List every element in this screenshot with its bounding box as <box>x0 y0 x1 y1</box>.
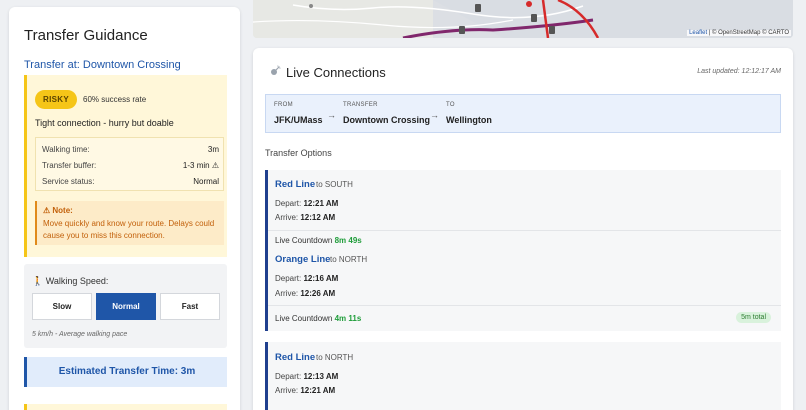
walking-pace-description: 5 km/h - Average walking pace <box>32 331 128 338</box>
satellite-icon <box>271 65 281 75</box>
second-leg-line: Orange Line <box>275 254 331 265</box>
detail-label: Service status: <box>42 177 95 186</box>
map-attribution-text: | © OpenStreetMap © CARTO <box>707 30 789 36</box>
to-label: TO <box>446 102 455 108</box>
transfer-details: Walking time: 3m Transfer buffer: 1-3 mi… <box>35 137 224 191</box>
success-rate: 60% success rate <box>83 95 147 104</box>
walking-speed-selector: 🚶 Walking Speed: Slow Normal Fast 5 km/h… <box>24 264 227 348</box>
speed-fast-button[interactable]: Fast <box>160 293 220 320</box>
from-station: JFK/UMass <box>274 115 323 125</box>
detail-value: 3m <box>207 145 219 154</box>
first-leg-line: Red Line <box>275 352 316 363</box>
connections-title: Live Connections <box>286 65 386 80</box>
first-leg-arrive: Arrive: 12:12 AM <box>275 213 336 222</box>
walking-speed-title: 🚶 Walking Speed: <box>32 276 109 286</box>
detail-label: Walking time: <box>42 145 90 154</box>
note-text: Move quickly and know your route. Delays… <box>43 219 215 240</box>
transfer-station-label: Transfer at: Downtown Crossing <box>24 59 181 71</box>
arrow-icon: → <box>327 110 336 120</box>
detail-value: Normal <box>193 177 219 186</box>
risk-badge: RISKY <box>35 90 77 109</box>
live-connections-panel: Live Connections Last updated: 12:12:17 … <box>253 48 793 410</box>
first-leg-line: Red Line <box>275 179 316 190</box>
warning-note: ⚠ Note: Move quickly and know your route… <box>35 201 224 245</box>
total-time-badge: 5m total <box>736 312 771 323</box>
first-leg-arrive: Arrive: 12:21 AM <box>275 386 336 395</box>
transfer-guidance-panel: Transfer Guidance Transfer at: Downtown … <box>9 7 240 410</box>
detail-value: 1-3 min ⚠ <box>182 161 219 170</box>
note-title: ⚠ Note: <box>43 206 73 215</box>
second-leg-countdown: Live Countdown 4m 11s <box>275 314 362 323</box>
map-view[interactable]: Leaflet | © OpenStreetMap © CARTO <box>253 0 793 38</box>
transfer-station: Downtown Crossing <box>343 115 430 125</box>
leaflet-link[interactable]: Leaflet <box>689 30 707 36</box>
detail-label: Transfer buffer: <box>42 161 97 170</box>
panel-title: Transfer Guidance <box>24 27 148 44</box>
route-transfer: TRANSFER Downtown Crossing <box>343 102 430 125</box>
estimated-transfer-time: Estimated Transfer Time: 3m <box>24 357 227 387</box>
map-attribution: Leaflet | © OpenStreetMap © CARTO <box>687 30 791 36</box>
divider <box>268 230 781 231</box>
speed-normal-button[interactable]: Normal <box>96 293 156 320</box>
from-label: FROM <box>274 102 293 108</box>
transfer-label: TRANSFER <box>343 102 378 108</box>
first-leg-depart: Depart: 12:13 AM <box>275 372 339 381</box>
last-updated: Last updated: 12:12:17 AM <box>697 68 781 75</box>
route-to: TO Wellington <box>446 102 492 125</box>
risk-assessment-box: RISKY 60% success rate Tight connection … <box>24 75 227 257</box>
first-leg-depart: Depart: 12:21 AM <box>275 199 339 208</box>
first-leg-countdown: Live Countdown 8m 49s <box>275 236 362 245</box>
detail-row-walking: Walking time: 3m <box>42 145 219 154</box>
arrow-icon: → <box>430 110 439 120</box>
next-risk-box <box>24 404 227 410</box>
transfer-option-card[interactable]: Red Line to NORTH Depart: 12:13 AM Arriv… <box>265 342 781 410</box>
first-leg-direction: to SOUTH <box>316 180 353 189</box>
to-station: Wellington <box>446 115 492 125</box>
transfer-option-card[interactable]: Red Line to SOUTH Depart: 12:21 AM Arriv… <box>265 170 781 331</box>
second-leg-arrive: Arrive: 12:26 AM <box>275 289 336 298</box>
transfer-options-title: Transfer Options <box>265 148 332 158</box>
risk-summary: Tight connection - hurry but doable <box>35 118 174 128</box>
route-summary: FROM JFK/UMass → TRANSFER Downtown Cross… <box>265 94 781 133</box>
second-leg-direction: to NORTH <box>330 255 368 264</box>
divider <box>268 305 781 306</box>
speed-slow-button[interactable]: Slow <box>32 293 92 320</box>
detail-row-buffer: Transfer buffer: 1-3 min ⚠ <box>42 161 219 170</box>
first-leg-direction: to NORTH <box>316 353 354 362</box>
route-from: FROM JFK/UMass <box>274 102 323 125</box>
second-leg-depart: Depart: 12:16 AM <box>275 274 339 283</box>
detail-row-service: Service status: Normal <box>42 177 219 186</box>
